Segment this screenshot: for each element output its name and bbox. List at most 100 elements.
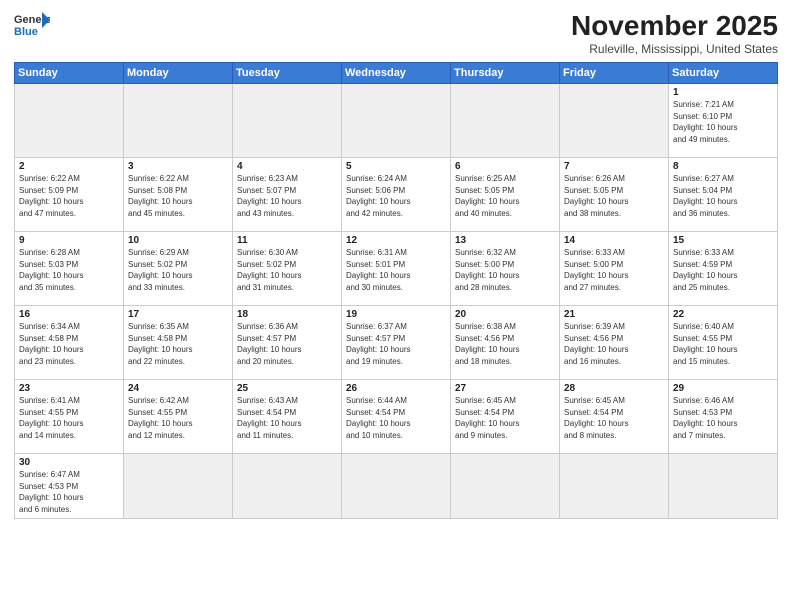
header-monday: Monday	[124, 63, 233, 84]
day-info: Sunrise: 6:25 AM Sunset: 5:05 PM Dayligh…	[455, 173, 555, 219]
table-row: 1Sunrise: 7:21 AM Sunset: 6:10 PM Daylig…	[669, 84, 778, 158]
day-info: Sunrise: 6:45 AM Sunset: 4:54 PM Dayligh…	[564, 395, 664, 441]
day-info: Sunrise: 6:28 AM Sunset: 5:03 PM Dayligh…	[19, 247, 119, 293]
table-row	[560, 84, 669, 158]
table-row	[451, 84, 560, 158]
day-info: Sunrise: 6:35 AM Sunset: 4:58 PM Dayligh…	[128, 321, 228, 367]
day-info: Sunrise: 6:44 AM Sunset: 4:54 PM Dayligh…	[346, 395, 446, 441]
day-number: 24	[128, 383, 228, 394]
day-info: Sunrise: 6:22 AM Sunset: 5:08 PM Dayligh…	[128, 173, 228, 219]
table-row: 12Sunrise: 6:31 AM Sunset: 5:01 PM Dayli…	[342, 232, 451, 306]
table-row: 29Sunrise: 6:46 AM Sunset: 4:53 PM Dayli…	[669, 380, 778, 454]
table-row: 15Sunrise: 6:33 AM Sunset: 4:59 PM Dayli…	[669, 232, 778, 306]
table-row: 25Sunrise: 6:43 AM Sunset: 4:54 PM Dayli…	[233, 380, 342, 454]
day-number: 30	[19, 457, 119, 468]
day-info: Sunrise: 6:23 AM Sunset: 5:07 PM Dayligh…	[237, 173, 337, 219]
calendar-header-row: Sunday Monday Tuesday Wednesday Thursday…	[15, 63, 778, 84]
day-number: 16	[19, 309, 119, 320]
table-row: 27Sunrise: 6:45 AM Sunset: 4:54 PM Dayli…	[451, 380, 560, 454]
day-info: Sunrise: 6:33 AM Sunset: 5:00 PM Dayligh…	[564, 247, 664, 293]
day-info: Sunrise: 6:39 AM Sunset: 4:56 PM Dayligh…	[564, 321, 664, 367]
day-info: Sunrise: 6:37 AM Sunset: 4:57 PM Dayligh…	[346, 321, 446, 367]
day-info: Sunrise: 6:34 AM Sunset: 4:58 PM Dayligh…	[19, 321, 119, 367]
day-number: 8	[673, 161, 773, 172]
day-number: 14	[564, 235, 664, 246]
day-number: 15	[673, 235, 773, 246]
header: General Blue November 2025 Ruleville, Mi…	[14, 10, 778, 56]
logo-icon: General Blue	[14, 10, 50, 38]
calendar: Sunday Monday Tuesday Wednesday Thursday…	[14, 62, 778, 519]
table-row	[233, 454, 342, 519]
table-row: 18Sunrise: 6:36 AM Sunset: 4:57 PM Dayli…	[233, 306, 342, 380]
table-row: 5Sunrise: 6:24 AM Sunset: 5:06 PM Daylig…	[342, 158, 451, 232]
day-info: Sunrise: 6:47 AM Sunset: 4:53 PM Dayligh…	[19, 469, 119, 515]
day-number: 2	[19, 161, 119, 172]
day-number: 29	[673, 383, 773, 394]
day-number: 17	[128, 309, 228, 320]
month-title: November 2025	[571, 10, 778, 42]
table-row: 17Sunrise: 6:35 AM Sunset: 4:58 PM Dayli…	[124, 306, 233, 380]
table-row: 8Sunrise: 6:27 AM Sunset: 5:04 PM Daylig…	[669, 158, 778, 232]
table-row: 11Sunrise: 6:30 AM Sunset: 5:02 PM Dayli…	[233, 232, 342, 306]
header-saturday: Saturday	[669, 63, 778, 84]
day-number: 7	[564, 161, 664, 172]
day-number: 22	[673, 309, 773, 320]
day-number: 27	[455, 383, 555, 394]
day-info: Sunrise: 6:29 AM Sunset: 5:02 PM Dayligh…	[128, 247, 228, 293]
subtitle: Ruleville, Mississippi, United States	[571, 42, 778, 56]
day-number: 4	[237, 161, 337, 172]
table-row: 19Sunrise: 6:37 AM Sunset: 4:57 PM Dayli…	[342, 306, 451, 380]
day-number: 9	[19, 235, 119, 246]
logo: General Blue	[14, 10, 50, 38]
day-number: 11	[237, 235, 337, 246]
day-info: Sunrise: 6:42 AM Sunset: 4:55 PM Dayligh…	[128, 395, 228, 441]
day-info: Sunrise: 6:22 AM Sunset: 5:09 PM Dayligh…	[19, 173, 119, 219]
table-row: 7Sunrise: 6:26 AM Sunset: 5:05 PM Daylig…	[560, 158, 669, 232]
day-number: 3	[128, 161, 228, 172]
day-info: Sunrise: 6:27 AM Sunset: 5:04 PM Dayligh…	[673, 173, 773, 219]
day-info: Sunrise: 6:40 AM Sunset: 4:55 PM Dayligh…	[673, 321, 773, 367]
day-number: 23	[19, 383, 119, 394]
header-sunday: Sunday	[15, 63, 124, 84]
day-number: 10	[128, 235, 228, 246]
table-row: 23Sunrise: 6:41 AM Sunset: 4:55 PM Dayli…	[15, 380, 124, 454]
header-tuesday: Tuesday	[233, 63, 342, 84]
day-number: 26	[346, 383, 446, 394]
table-row	[124, 84, 233, 158]
table-row: 4Sunrise: 6:23 AM Sunset: 5:07 PM Daylig…	[233, 158, 342, 232]
day-info: Sunrise: 6:43 AM Sunset: 4:54 PM Dayligh…	[237, 395, 337, 441]
table-row: 21Sunrise: 6:39 AM Sunset: 4:56 PM Dayli…	[560, 306, 669, 380]
table-row: 13Sunrise: 6:32 AM Sunset: 5:00 PM Dayli…	[451, 232, 560, 306]
day-info: Sunrise: 6:30 AM Sunset: 5:02 PM Dayligh…	[237, 247, 337, 293]
day-info: Sunrise: 6:45 AM Sunset: 4:54 PM Dayligh…	[455, 395, 555, 441]
day-number: 12	[346, 235, 446, 246]
day-info: Sunrise: 6:38 AM Sunset: 4:56 PM Dayligh…	[455, 321, 555, 367]
table-row: 3Sunrise: 6:22 AM Sunset: 5:08 PM Daylig…	[124, 158, 233, 232]
table-row: 2Sunrise: 6:22 AM Sunset: 5:09 PM Daylig…	[15, 158, 124, 232]
table-row	[560, 454, 669, 519]
table-row: 24Sunrise: 6:42 AM Sunset: 4:55 PM Dayli…	[124, 380, 233, 454]
table-row	[233, 84, 342, 158]
svg-text:Blue: Blue	[14, 26, 38, 38]
day-number: 19	[346, 309, 446, 320]
day-number: 20	[455, 309, 555, 320]
day-number: 28	[564, 383, 664, 394]
day-info: Sunrise: 6:24 AM Sunset: 5:06 PM Dayligh…	[346, 173, 446, 219]
day-info: Sunrise: 7:21 AM Sunset: 6:10 PM Dayligh…	[673, 99, 773, 145]
day-info: Sunrise: 6:36 AM Sunset: 4:57 PM Dayligh…	[237, 321, 337, 367]
table-row	[451, 454, 560, 519]
day-info: Sunrise: 6:31 AM Sunset: 5:01 PM Dayligh…	[346, 247, 446, 293]
table-row: 10Sunrise: 6:29 AM Sunset: 5:02 PM Dayli…	[124, 232, 233, 306]
table-row: 16Sunrise: 6:34 AM Sunset: 4:58 PM Dayli…	[15, 306, 124, 380]
header-wednesday: Wednesday	[342, 63, 451, 84]
table-row: 14Sunrise: 6:33 AM Sunset: 5:00 PM Dayli…	[560, 232, 669, 306]
table-row	[342, 454, 451, 519]
table-row: 20Sunrise: 6:38 AM Sunset: 4:56 PM Dayli…	[451, 306, 560, 380]
table-row	[669, 454, 778, 519]
day-info: Sunrise: 6:46 AM Sunset: 4:53 PM Dayligh…	[673, 395, 773, 441]
title-area: November 2025 Ruleville, Mississippi, Un…	[571, 10, 778, 56]
table-row: 28Sunrise: 6:45 AM Sunset: 4:54 PM Dayli…	[560, 380, 669, 454]
header-friday: Friday	[560, 63, 669, 84]
table-row: 9Sunrise: 6:28 AM Sunset: 5:03 PM Daylig…	[15, 232, 124, 306]
table-row: 30Sunrise: 6:47 AM Sunset: 4:53 PM Dayli…	[15, 454, 124, 519]
